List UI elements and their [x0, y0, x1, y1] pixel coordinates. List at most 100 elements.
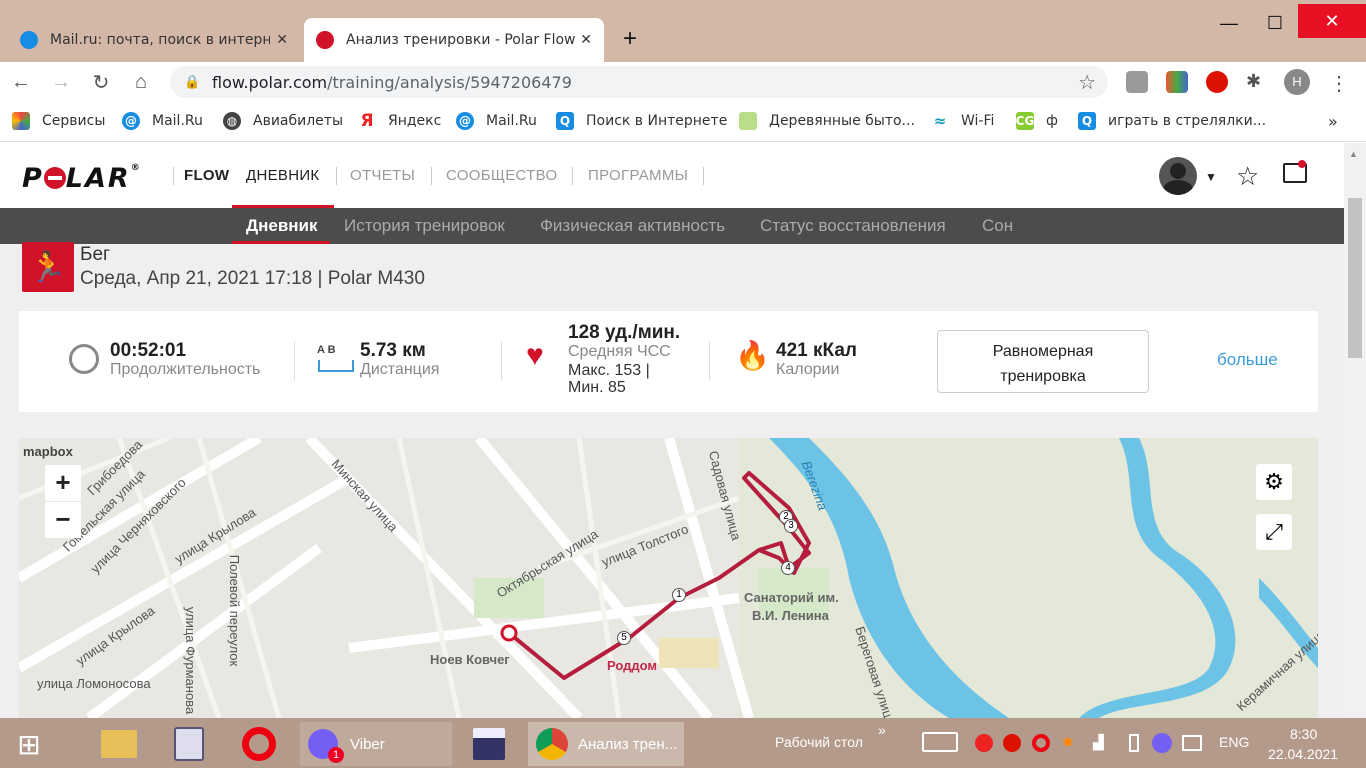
puzzle-icon[interactable]: ✱: [1246, 71, 1268, 93]
km-marker[interactable]: 5: [617, 631, 631, 645]
viber-icon: 1: [308, 729, 344, 763]
taskbar-viber[interactable]: 1 Viber: [300, 722, 452, 766]
close-window-button[interactable]: ✕: [1298, 4, 1366, 38]
nav-programs[interactable]: ПРОГРАММЫ: [588, 167, 688, 184]
mapbox-logo[interactable]: mapbox: [23, 444, 73, 459]
keyboard-icon[interactable]: [922, 732, 958, 752]
search-icon: Q: [556, 112, 574, 130]
bookmark-mailru[interactable]: @ Mail.Ru: [122, 112, 203, 130]
bookmark-aviabilety[interactable]: ◍ Авиабилеты: [223, 112, 343, 130]
forward-icon[interactable]: →: [48, 69, 74, 95]
close-tab-icon[interactable]: ✕: [276, 32, 288, 48]
avast-tray-icon[interactable]: ✸: [1062, 734, 1074, 751]
extension-icon[interactable]: [1166, 71, 1188, 93]
opera-tray-icon[interactable]: [1032, 734, 1050, 752]
viber-tray-icon[interactable]: [1152, 733, 1172, 753]
bookmarks-overflow-icon[interactable]: »: [1328, 112, 1338, 131]
running-icon: 🏃: [22, 242, 74, 292]
desktop-toolbar[interactable]: Рабочий стол: [775, 734, 863, 750]
nav-community[interactable]: СООБЩЕСТВО: [446, 167, 557, 184]
url-host: flow.polar.com: [212, 73, 328, 92]
bookmark-wifi[interactable]: ≈ Wi-Fi: [931, 112, 995, 130]
bookmark-services[interactable]: Сервисы: [12, 112, 105, 130]
stopwatch-icon: [69, 344, 99, 374]
home-icon[interactable]: ⌂: [128, 69, 154, 95]
distance-label: Дистанция: [360, 361, 440, 378]
yandex-tray-icon[interactable]: [975, 734, 993, 752]
fullscreen-icon[interactable]: ⤢: [1256, 514, 1292, 550]
adblock-tray-icon[interactable]: [1003, 734, 1021, 752]
tab-polar[interactable]: Анализ тренировки - Polar Flow ✕: [304, 18, 604, 62]
minimize-button[interactable]: —: [1206, 8, 1252, 38]
clock-date[interactable]: 22.04.2021: [1268, 746, 1338, 762]
hr-avg-value: 128 уд./мин.: [568, 322, 681, 343]
nav-diary[interactable]: ДНЕВНИК: [246, 167, 319, 184]
nav-flow[interactable]: FLOW: [184, 167, 229, 184]
more-link[interactable]: больше: [1217, 350, 1278, 370]
favorites-star-icon[interactable]: ☆: [1236, 161, 1259, 192]
bookmark-derevyannye[interactable]: Деревянные быто...: [739, 112, 915, 130]
page-scrollbar[interactable]: ▲: [1344, 143, 1366, 718]
network-icon[interactable]: ▟: [1093, 734, 1104, 751]
profile-avatar[interactable]: Н: [1284, 69, 1310, 95]
toolbar-overflow-icon[interactable]: »: [878, 722, 886, 738]
polar-logo[interactable]: P LAR®: [22, 163, 142, 194]
clock-time[interactable]: 8:30: [1290, 726, 1317, 742]
subnav-recovery[interactable]: Статус восстановления: [760, 216, 946, 236]
km-marker[interactable]: 1: [672, 588, 686, 602]
menu-icon[interactable]: ⋮: [1328, 71, 1350, 95]
bookmark-search[interactable]: Q Поиск в Интернете: [556, 112, 727, 130]
reload-icon[interactable]: ↻: [88, 69, 114, 95]
tab-mailru[interactable]: Mail.ru: почта, поиск в интерне ✕: [8, 18, 300, 62]
chevron-down-icon[interactable]: ▼: [1205, 170, 1217, 184]
back-icon[interactable]: ←: [8, 69, 34, 95]
subnav-sleep[interactable]: Сон: [982, 216, 1013, 236]
bookmark-mailru-2[interactable]: @ Mail.Ru: [456, 112, 537, 130]
sport-name: Бег: [80, 244, 110, 265]
file-explorer-icon[interactable]: [101, 730, 137, 758]
windows-taskbar: ⊞ 1 Viber Анализ трен... Рабочий стол » …: [0, 718, 1366, 768]
duration-value: 00:52:01: [110, 340, 187, 361]
viber-badge: 1: [328, 747, 344, 763]
taskbar-chrome[interactable]: Анализ трен...: [528, 722, 684, 766]
bookmark-f[interactable]: CG ф: [1016, 112, 1058, 130]
km-marker[interactable]: 3: [784, 519, 798, 533]
subnav-history[interactable]: История тренировок: [344, 216, 505, 236]
nav-reports[interactable]: ОТЧЕТЫ: [350, 167, 415, 184]
extension-icon[interactable]: [1126, 71, 1148, 93]
subnav-activity[interactable]: Физическая активность: [540, 216, 725, 236]
bookmark-yandex[interactable]: Я Яндекс: [358, 111, 441, 131]
bookmark-star-icon[interactable]: ☆: [1078, 70, 1096, 95]
zoom-out-button[interactable]: −: [45, 502, 81, 538]
hr-min: Мин. 85: [568, 379, 626, 396]
address-bar[interactable]: 🔒 flow.polar.com/training/analysis/59472…: [170, 66, 1108, 98]
zoom-in-button[interactable]: +: [45, 465, 81, 501]
new-tab-button[interactable]: +: [607, 24, 653, 54]
calculator-icon[interactable]: [174, 727, 204, 761]
battery-icon[interactable]: [1129, 734, 1139, 752]
subnav-diary[interactable]: Дневник: [246, 216, 318, 236]
scroll-up-arrow[interactable]: ▲: [1349, 149, 1358, 159]
windows-start-icon[interactable]: ⊞: [6, 722, 52, 766]
map-canvas: [19, 438, 1318, 718]
duration-label: Продолжительность: [110, 361, 261, 378]
save-disk-icon[interactable]: [473, 728, 505, 760]
km-marker[interactable]: 4: [781, 561, 795, 575]
opera-icon[interactable]: [242, 727, 276, 761]
display-icon[interactable]: [1182, 735, 1202, 751]
lock-icon[interactable]: 🔒: [184, 74, 200, 90]
user-avatar[interactable]: [1159, 157, 1197, 195]
training-benefit-button[interactable]: Равномерная тренировка: [937, 330, 1149, 393]
url-path: /training/analysis/5947206479: [327, 73, 572, 92]
mailru-icon: @: [456, 112, 474, 130]
scroll-thumb[interactable]: [1348, 198, 1362, 358]
route-map[interactable]: mapbox Минская улица улица Крылова улица…: [19, 438, 1318, 718]
language-indicator[interactable]: ENG: [1219, 734, 1249, 750]
close-tab-icon[interactable]: ✕: [580, 32, 592, 48]
polar-header: P LAR® FLOW ДНЕВНИК ОТЧЕТЫ СООБЩЕСТВО ПРО…: [0, 143, 1344, 208]
maximize-button[interactable]: ☐: [1252, 8, 1298, 38]
adblock-icon[interactable]: [1206, 71, 1228, 93]
bookmark-games[interactable]: Qиграть в стрелялки...: [1078, 112, 1266, 130]
tab-title: Mail.ru: почта, поиск в интерне: [50, 32, 270, 48]
map-settings-icon[interactable]: ⚙: [1256, 464, 1292, 500]
